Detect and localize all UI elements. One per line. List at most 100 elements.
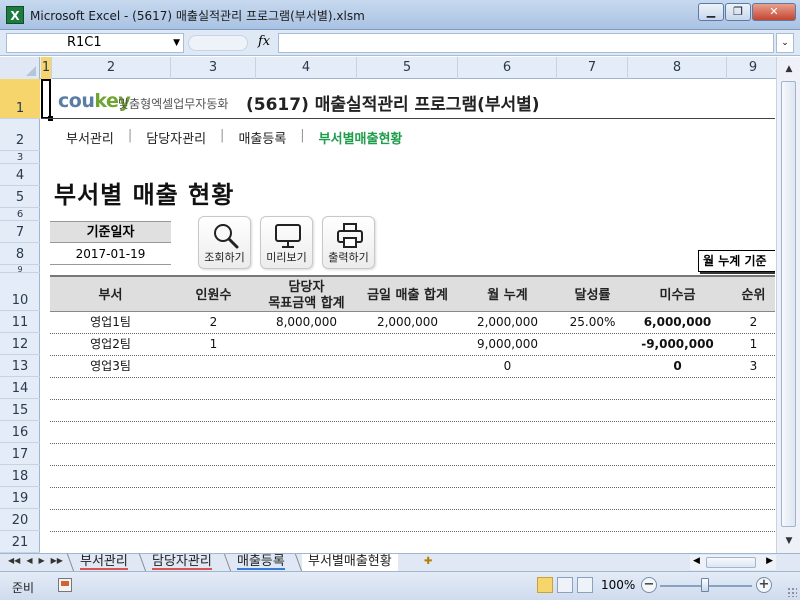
- column-header-cell[interactable]: 7: [557, 57, 628, 79]
- expand-formula-bar-icon[interactable]: ⌄: [776, 33, 794, 53]
- scroll-up-icon[interactable]: ▲: [780, 61, 798, 77]
- cell-unpaid[interactable]: -9,000,000: [628, 334, 727, 355]
- cell-unpaid[interactable]: 0: [628, 356, 727, 377]
- zoom-slider-thumb[interactable]: [701, 578, 709, 592]
- worksheet[interactable]: coukey 맞춤형엑셀업무자동화 (5617) 매출실적관리 프로그램(부서별…: [41, 79, 775, 553]
- vertical-scrollbar[interactable]: ▲ ▼: [776, 57, 800, 553]
- cell-monthly-total[interactable]: 0: [458, 356, 557, 377]
- column-header-cell[interactable]: 8: [628, 57, 727, 79]
- cell-today-sales[interactable]: 2,000,000: [357, 312, 458, 333]
- cell-dept[interactable]: 영업1팀: [50, 312, 171, 333]
- zoom-in-icon[interactable]: +: [756, 577, 772, 593]
- sheet-tab-dept[interactable]: 부서관리: [74, 554, 134, 571]
- table-row-empty[interactable]: [50, 378, 775, 400]
- first-sheet-icon[interactable]: ◀◀: [8, 556, 20, 565]
- column-header-cell[interactable]: 9: [727, 57, 780, 79]
- chevron-down-icon[interactable]: ▼: [173, 34, 180, 52]
- column-header-cell[interactable]: 6: [458, 57, 557, 79]
- horizontal-scrollbar[interactable]: ◀ ▶: [690, 555, 776, 570]
- insert-function-icon[interactable]: fx: [258, 34, 270, 49]
- table-row-empty[interactable]: [50, 422, 775, 444]
- scroll-down-icon[interactable]: ▼: [780, 533, 798, 549]
- normal-view-icon[interactable]: [537, 577, 553, 593]
- formula-input[interactable]: [278, 33, 774, 53]
- row-header-cell[interactable]: 17: [0, 443, 40, 465]
- cell-target-total[interactable]: [256, 334, 357, 355]
- column-header-cell[interactable]: 1: [41, 57, 52, 79]
- row-header-cell[interactable]: 14: [0, 377, 40, 399]
- horizontal-scroll-thumb[interactable]: [706, 557, 756, 568]
- active-cell[interactable]: [41, 79, 53, 121]
- cell-staff-count[interactable]: 1: [171, 334, 256, 355]
- search-button[interactable]: 조회하기: [198, 216, 251, 269]
- cell-target-total[interactable]: 8,000,000: [256, 312, 357, 333]
- cell-achievement-rate[interactable]: [557, 356, 628, 377]
- restore-icon[interactable]: ❐: [725, 3, 751, 21]
- table-row-empty[interactable]: [50, 532, 775, 553]
- base-date-input[interactable]: 2017-01-19: [50, 243, 171, 265]
- row-header-cell[interactable]: 2: [0, 119, 40, 151]
- select-all-corner[interactable]: [0, 57, 40, 79]
- row-header-cell[interactable]: 3: [0, 151, 40, 164]
- resize-grip-icon[interactable]: [787, 587, 797, 597]
- table-row-empty[interactable]: [50, 466, 775, 488]
- cell-unpaid[interactable]: 6,000,000: [628, 312, 727, 333]
- row-header-cell[interactable]: 19: [0, 487, 40, 509]
- sheet-tab-sales-entry[interactable]: 매출등록: [231, 554, 291, 571]
- cell-dept[interactable]: 영업3팀: [50, 356, 171, 377]
- nav-link-staff[interactable]: 담당자관리: [146, 128, 206, 147]
- row-header-cell[interactable]: 7: [0, 221, 40, 243]
- insert-sheet-icon[interactable]: ✚: [424, 556, 440, 568]
- row-header-cell[interactable]: 6: [0, 208, 40, 221]
- page-layout-view-icon[interactable]: [557, 577, 573, 593]
- minimize-icon[interactable]: ▁: [698, 3, 724, 21]
- table-row-empty[interactable]: [50, 510, 775, 532]
- table-row-empty[interactable]: [50, 400, 775, 422]
- row-header-cell[interactable]: 20: [0, 509, 40, 531]
- row-header-cell[interactable]: 9: [0, 265, 40, 274]
- cell-staff-count[interactable]: [171, 356, 256, 377]
- cell-staff-count[interactable]: 2: [171, 312, 256, 333]
- cell-rank[interactable]: 2: [727, 312, 775, 333]
- scroll-right-icon[interactable]: ▶: [766, 556, 773, 566]
- cell-today-sales[interactable]: [357, 356, 458, 377]
- row-header-cell[interactable]: 21: [0, 531, 40, 553]
- sheet-tab-staff[interactable]: 담당자관리: [146, 554, 218, 571]
- nav-link-sales-entry[interactable]: 매출등록: [238, 128, 286, 147]
- nav-link-dept[interactable]: 부서관리: [66, 128, 114, 147]
- cell-achievement-rate[interactable]: [557, 334, 628, 355]
- row-header-cell[interactable]: 1: [0, 79, 40, 119]
- row-header-cell[interactable]: 12: [0, 333, 40, 355]
- prev-sheet-icon[interactable]: ◀: [26, 556, 32, 565]
- row-header-cell[interactable]: 16: [0, 421, 40, 443]
- cell-monthly-total[interactable]: 2,000,000: [458, 312, 557, 333]
- column-header-cell[interactable]: 2: [52, 57, 171, 79]
- zoom-level[interactable]: 100%: [601, 578, 635, 592]
- row-header-cell[interactable]: 11: [0, 311, 40, 333]
- cell-rank[interactable]: 1: [727, 334, 775, 355]
- cell-target-total[interactable]: [256, 356, 357, 377]
- last-sheet-icon[interactable]: ▶▶: [51, 556, 63, 565]
- name-box[interactable]: R1C1 ▼: [6, 33, 184, 53]
- row-header-cell[interactable]: 18: [0, 465, 40, 487]
- row-header-cell[interactable]: 10: [0, 273, 40, 311]
- nav-link-dept-sales[interactable]: 부서별매출현황: [319, 128, 403, 147]
- page-break-view-icon[interactable]: [577, 577, 593, 593]
- next-sheet-icon[interactable]: ▶: [38, 556, 44, 565]
- preview-button[interactable]: 미리보기: [260, 216, 313, 269]
- zoom-out-icon[interactable]: −: [641, 577, 657, 593]
- close-icon[interactable]: ✕: [752, 3, 796, 21]
- sheet-tab-dept-sales[interactable]: 부서별매출현황: [302, 554, 398, 571]
- scroll-left-icon[interactable]: ◀: [693, 556, 700, 566]
- row-header-cell[interactable]: 4: [0, 164, 40, 186]
- row-header-cell[interactable]: 8: [0, 243, 40, 265]
- cell-achievement-rate[interactable]: 25.00%: [557, 312, 628, 333]
- cell-today-sales[interactable]: [357, 334, 458, 355]
- row-header-cell[interactable]: 13: [0, 355, 40, 377]
- print-button[interactable]: 출력하기: [322, 216, 375, 269]
- table-row-empty[interactable]: [50, 488, 775, 510]
- cell-monthly-total[interactable]: 9,000,000: [458, 334, 557, 355]
- cell-rank[interactable]: 3: [727, 356, 775, 377]
- row-header-cell[interactable]: 5: [0, 186, 40, 208]
- row-header-cell[interactable]: 15: [0, 399, 40, 421]
